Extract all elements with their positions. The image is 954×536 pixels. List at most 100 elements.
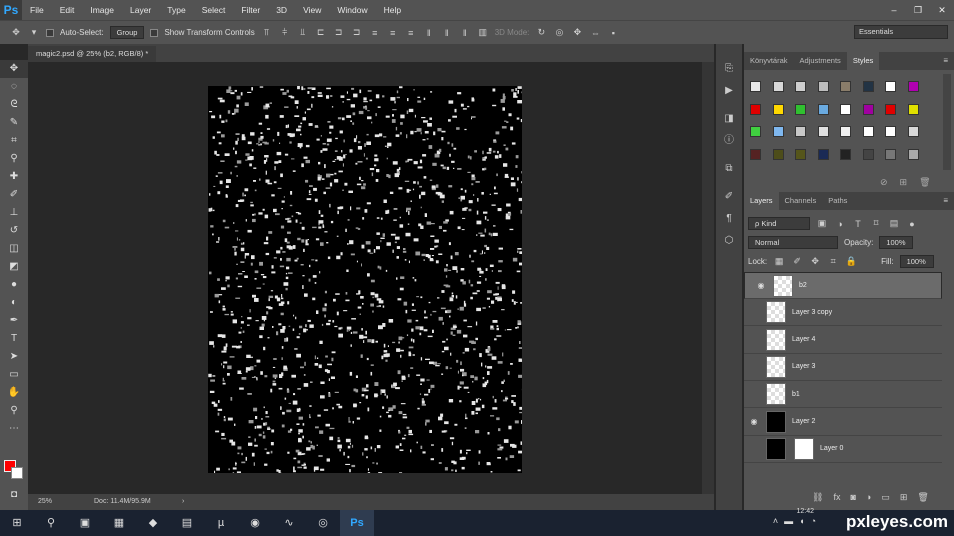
adjustment-layer-icon[interactable]: ◑ [866,492,871,503]
blend-mode-dropdown[interactable]: Normal [748,236,838,249]
wifi-icon[interactable]: ◔ [811,516,816,526]
link-layers-icon[interactable]: ⛓ [812,492,823,503]
lock-transparent-icon[interactable]: ▦ [773,256,785,267]
filter-pixel-icon[interactable]: ▣ [816,218,828,229]
distribute-bottom-icon[interactable]: ≡ [405,28,417,38]
tab-styles[interactable]: Styles [846,52,880,70]
style-swatch[interactable] [840,81,851,92]
align-top-icon[interactable]: ⫪ [261,27,273,38]
style-swatch[interactable] [907,103,919,115]
hand-tool-icon[interactable]: ✋ [0,384,28,402]
align-right-icon[interactable]: ⊐ [351,27,363,38]
zoom-level[interactable]: 25% [38,494,52,510]
minimize-button[interactable]: – [882,0,906,20]
tab-channels[interactable]: Channels [779,192,823,210]
document-canvas[interactable] [208,86,522,473]
delete-layer-icon[interactable]: 🗑 [917,492,928,503]
menu-3d[interactable]: 3D [268,0,295,20]
3d-rotate-icon[interactable]: ↻ [535,27,547,38]
visibility-eye-icon[interactable]: ◉ [744,417,764,426]
style-swatch[interactable] [885,126,896,137]
style-swatch[interactable] [772,148,784,160]
clear-style-icon[interactable]: ⊘ [880,177,888,188]
style-swatch[interactable] [885,148,896,160]
path-selection-tool-icon[interactable]: ➤ [0,348,28,366]
style-swatch[interactable] [862,81,874,92]
chrome-icon[interactable]: ◎ [306,510,340,536]
tab-adjustments[interactable]: Adjustments [794,52,847,70]
distribute-center-icon[interactable]: ≡ [387,28,399,38]
style-swatch[interactable] [795,81,806,92]
style-swatch[interactable] [817,103,829,115]
auto-align-icon[interactable]: ▥ [477,27,489,38]
app-swirl-icon[interactable]: ∿ [272,510,306,536]
align-vcenter-icon[interactable]: ⫩ [279,27,291,38]
lock-artboard-icon[interactable]: ⌗ [827,256,839,267]
distribute-left-icon[interactable]: ‖ [423,28,435,38]
more-tools-icon[interactable]: ⋯ [0,420,28,438]
style-swatch[interactable] [907,81,919,92]
3d-scale-icon[interactable]: ▪ [607,28,619,38]
clone-source-icon[interactable]: ⧉ [716,158,742,180]
style-swatch[interactable] [750,81,761,92]
styles-scrollbar[interactable] [943,74,951,170]
menu-help[interactable]: Help [376,0,409,20]
lasso-tool-icon[interactable]: ᘓ [0,96,28,114]
restore-button[interactable]: ❐ [906,0,930,20]
fill-input[interactable]: 100% [899,255,934,268]
tab-libraries[interactable]: Könyvtárak [744,52,794,70]
visibility-eye-icon[interactable]: ◉ [751,281,771,291]
delete-style-icon[interactable]: 🗑 [919,177,930,188]
align-bottom-icon[interactable]: ⫫ [297,27,309,38]
paint-bucket-tool-icon[interactable]: ◩ [0,258,28,276]
style-swatch[interactable] [795,103,806,115]
style-swatch[interactable] [772,81,784,92]
new-group-icon[interactable]: ▭ [881,492,890,503]
photoshop-logo[interactable]: Ps [0,0,22,20]
history-panel-icon[interactable]: ⎘ [716,58,742,80]
style-swatch[interactable] [772,103,784,115]
background-color-swatch[interactable] [11,467,23,479]
lock-position-icon[interactable]: ✥ [809,256,821,267]
style-swatch[interactable] [862,103,874,115]
vertical-scrollbar[interactable] [702,62,714,494]
style-swatch[interactable] [885,81,896,92]
close-button[interactable]: ✕ [930,0,954,20]
3d-pan-icon[interactable]: ✥ [571,27,583,38]
pen-tool-icon[interactable]: ✒ [0,312,28,330]
dodge-tool-icon[interactable]: ◐ [0,294,28,312]
brush-tool-icon[interactable]: ✐ [0,186,28,204]
brush-presets-icon[interactable]: ✐ [716,186,742,208]
align-left-icon[interactable]: ⊏ [315,27,327,38]
layer-filter-dropdown[interactable]: ρ Kind [748,217,810,230]
distribute-top-icon[interactable]: ≡ [369,28,381,38]
auto-select-checkbox[interactable] [46,28,54,37]
network-icon[interactable]: ▬ [784,516,793,526]
layer-row[interactable]: ◉ b2 [744,272,942,299]
style-swatch[interactable] [840,148,851,160]
move-tool-icon[interactable]: ✥ [10,27,22,38]
layer-row[interactable]: ◉ Layer 2 [744,409,942,436]
blur-tool-icon[interactable]: ● [0,276,28,294]
menu-file[interactable]: File [22,0,52,20]
browser-app-icon[interactable]: ◉ [238,510,272,536]
new-layer-icon[interactable]: ⊞ [900,492,908,503]
history-brush-tool-icon[interactable]: ↺ [0,222,28,240]
layer-row[interactable]: Layer 4 [744,327,942,354]
style-swatch[interactable] [795,148,806,160]
distribute-right-icon[interactable]: ‖ [459,28,471,38]
style-swatch[interactable] [795,126,806,137]
layer-mask-thumbnail[interactable] [794,437,814,460]
style-swatch[interactable] [750,126,761,137]
utorrent-icon[interactable]: µ [204,510,238,536]
character-panel-icon[interactable]: ¶ [716,208,742,230]
menu-window[interactable]: Window [329,0,375,20]
style-swatch[interactable] [907,126,919,137]
add-mask-icon[interactable]: ◙ [850,492,855,503]
distribute-hcenter-icon[interactable]: ‖ [441,28,453,38]
style-swatch[interactable] [907,148,919,160]
style-swatch[interactable] [862,148,874,160]
document-tab[interactable]: magic2.psd @ 25% (b2, RGB/8) * [28,46,157,62]
menu-edit[interactable]: Edit [52,0,83,20]
quick-select-tool-icon[interactable]: ✎ [0,114,28,132]
